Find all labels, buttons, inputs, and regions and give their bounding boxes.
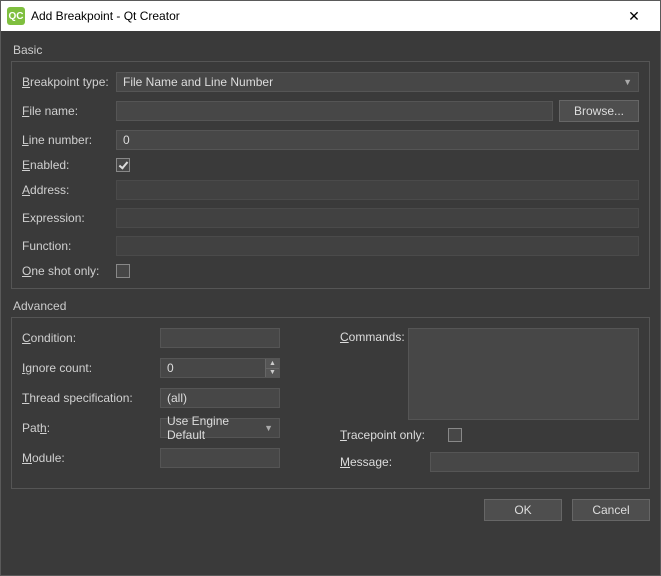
enabled-checkbox[interactable]	[116, 158, 130, 172]
file-name-label: File name:	[22, 104, 116, 118]
message-input[interactable]	[430, 452, 639, 472]
dialog-body: Basic Breakpoint type: File Name and Lin…	[1, 31, 660, 575]
ignore-count-input[interactable]	[160, 358, 280, 378]
message-label: Message:	[340, 455, 430, 469]
path-label: Path:	[22, 421, 160, 435]
commands-textarea[interactable]	[408, 328, 639, 420]
expression-label: Expression:	[22, 211, 116, 225]
address-input-disabled	[116, 180, 639, 200]
advanced-group: Condition: Ignore count: ▲▼ Thread speci…	[11, 317, 650, 489]
spin-up-icon[interactable]: ▲	[265, 359, 279, 369]
line-number-input[interactable]	[116, 130, 639, 150]
tracepoint-checkbox[interactable]	[448, 428, 462, 442]
module-input[interactable]	[160, 448, 280, 468]
app-icon: QC	[7, 7, 25, 25]
titlebar: QC Add Breakpoint - Qt Creator ✕	[1, 1, 660, 31]
enabled-label: Enabled:	[22, 158, 116, 172]
window-title: Add Breakpoint - Qt Creator	[31, 9, 614, 23]
advanced-group-label: Advanced	[13, 299, 650, 313]
basic-group: Breakpoint type: File Name and Line Numb…	[11, 61, 650, 289]
chevron-down-icon: ▼	[623, 77, 632, 87]
thread-spec-input[interactable]	[160, 388, 280, 408]
basic-group-label: Basic	[13, 43, 650, 57]
line-number-label: Line number:	[22, 133, 116, 147]
breakpoint-type-value: File Name and Line Number	[123, 75, 273, 89]
condition-label: Condition:	[22, 331, 160, 345]
close-icon[interactable]: ✕	[614, 1, 654, 31]
ignore-count-label: Ignore count:	[22, 361, 160, 375]
path-select[interactable]: Use Engine Default ▼	[160, 418, 280, 438]
ok-button[interactable]: OK	[484, 499, 562, 521]
commands-label: Commands:	[340, 328, 408, 420]
tracepoint-label: Tracepoint only:	[340, 428, 448, 442]
ignore-count-spinner[interactable]: ▲▼	[160, 358, 280, 378]
spin-down-icon[interactable]: ▼	[265, 369, 279, 378]
condition-input[interactable]	[160, 328, 280, 348]
function-label: Function:	[22, 239, 116, 253]
dialog-footer: OK Cancel	[11, 489, 650, 521]
cancel-button[interactable]: Cancel	[572, 499, 650, 521]
one-shot-label: One shot only:	[22, 264, 116, 278]
browse-button[interactable]: Browse...	[559, 100, 639, 122]
breakpoint-type-select[interactable]: File Name and Line Number ▼	[116, 72, 639, 92]
thread-spec-label: Thread specification:	[22, 391, 160, 405]
module-label: Module:	[22, 451, 160, 465]
path-value: Use Engine Default	[167, 414, 258, 442]
chevron-down-icon: ▼	[264, 423, 273, 433]
dialog-window: QC Add Breakpoint - Qt Creator ✕ Basic B…	[0, 0, 661, 576]
address-label: Address:	[22, 183, 116, 197]
expression-input-disabled	[116, 208, 639, 228]
file-name-input[interactable]	[116, 101, 553, 121]
breakpoint-type-label: Breakpoint type:	[22, 75, 116, 89]
function-input-disabled	[116, 236, 639, 256]
one-shot-checkbox[interactable]	[116, 264, 130, 278]
